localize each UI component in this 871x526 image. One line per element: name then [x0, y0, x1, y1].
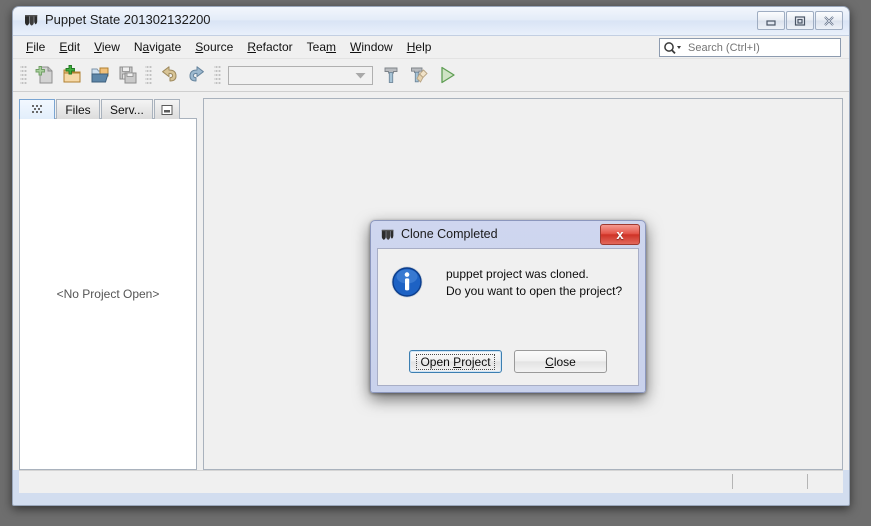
run-button[interactable] — [433, 61, 461, 89]
menu-window[interactable]: Window — [343, 37, 400, 57]
new-file-button[interactable] — [30, 61, 58, 89]
info-icon — [390, 265, 424, 299]
desktop-background: Puppet State 201302132200 File Edit View… — [0, 0, 871, 526]
search-input[interactable] — [688, 41, 828, 54]
build-button[interactable] — [377, 61, 405, 89]
undo-button[interactable] — [155, 61, 183, 89]
undo-icon — [162, 66, 177, 82]
hammer-broom-icon — [411, 67, 428, 83]
puppet-icon — [22, 12, 40, 30]
statusbar — [19, 470, 843, 493]
redo-button[interactable] — [183, 61, 211, 89]
configuration-combo[interactable] — [228, 65, 373, 85]
tab-handle[interactable] — [19, 99, 55, 119]
statusbar-separator-1 — [732, 474, 733, 489]
menu-refactor[interactable]: Refactor — [240, 37, 299, 57]
menu-source[interactable]: Source — [188, 37, 240, 57]
menu-help[interactable]: Help — [400, 37, 439, 57]
tab-files[interactable]: Files — [56, 99, 100, 119]
restore-button[interactable] — [786, 11, 814, 30]
minimize-window-button[interactable] — [153, 99, 180, 119]
dialog-buttons: Open Project Close — [378, 350, 638, 373]
dialog-titlebar: Clone Completed x — [374, 224, 642, 248]
redo-icon — [189, 66, 204, 82]
toolbar-grip-2[interactable] — [145, 64, 152, 86]
menu-file[interactable]: File — [19, 37, 52, 57]
window-controls — [757, 11, 843, 30]
drag-handle-icon — [32, 104, 42, 113]
new-project-button[interactable] — [58, 61, 86, 89]
no-project-message: <No Project Open> — [56, 287, 160, 301]
restore-icon — [794, 15, 806, 26]
clone-completed-dialog: Clone Completed x puppet project was clo… — [370, 220, 646, 393]
dialog-message: puppet project was cloned. Do you want t… — [446, 266, 622, 300]
chevron-down-icon — [355, 68, 366, 82]
open-project-icon — [91, 67, 109, 83]
dialog-content: puppet project was cloned. Do you want t… — [377, 248, 639, 386]
tab-services[interactable]: Serv... — [101, 99, 153, 119]
explorer-content[interactable]: <No Project Open> — [19, 118, 197, 470]
close-button[interactable] — [815, 11, 843, 30]
toolbar-grip[interactable] — [20, 64, 27, 86]
save-all-button[interactable] — [114, 61, 142, 89]
minimize-icon — [766, 19, 776, 26]
close-icon — [824, 15, 834, 26]
search-box[interactable] — [659, 38, 841, 57]
statusbar-separator-2 — [807, 474, 808, 489]
menu-view[interactable]: View — [87, 37, 127, 57]
toolbar-grip-3[interactable] — [214, 64, 221, 86]
dialog-title: Clone Completed — [401, 227, 498, 241]
close-button-label: Close — [545, 354, 576, 369]
dialog-message-line-2: Do you want to open the project? — [446, 284, 623, 298]
play-icon — [441, 66, 455, 84]
menubar: File Edit View Navigate Source Refactor … — [13, 36, 849, 59]
search-icon[interactable] — [660, 41, 684, 55]
close-icon: x — [616, 227, 624, 242]
explorer-tabstrip: Files Serv... — [19, 97, 197, 119]
hammer-icon — [384, 67, 398, 83]
toolbar — [13, 59, 849, 92]
explorer-pane: Files Serv... <No Project Open> — [19, 97, 197, 470]
menu-team[interactable]: Team — [300, 37, 343, 57]
window-title: Puppet State 201302132200 — [45, 12, 211, 27]
close-button[interactable]: Close — [514, 350, 607, 373]
menu-edit[interactable]: Edit — [52, 37, 87, 57]
menu-navigate[interactable]: Navigate — [127, 37, 188, 57]
puppet-icon — [379, 227, 396, 244]
minimize-button[interactable] — [757, 11, 785, 30]
open-project-button[interactable] — [86, 61, 114, 89]
menu-file-label: ile — [33, 40, 46, 54]
clean-build-button[interactable] — [405, 61, 433, 89]
minimize-window-icon — [161, 104, 173, 115]
window-titlebar: Puppet State 201302132200 — [13, 7, 849, 36]
new-project-icon — [63, 65, 81, 83]
dialog-message-row: puppet project was cloned. Do you want t… — [378, 249, 638, 300]
new-file-icon — [35, 66, 53, 84]
save-all-icon — [119, 66, 137, 84]
dialog-close-button[interactable]: x — [600, 224, 640, 245]
open-project-button-label: Open Project — [416, 353, 495, 370]
dialog-message-line-1: puppet project was cloned. — [446, 267, 589, 281]
open-project-button[interactable]: Open Project — [409, 350, 502, 373]
